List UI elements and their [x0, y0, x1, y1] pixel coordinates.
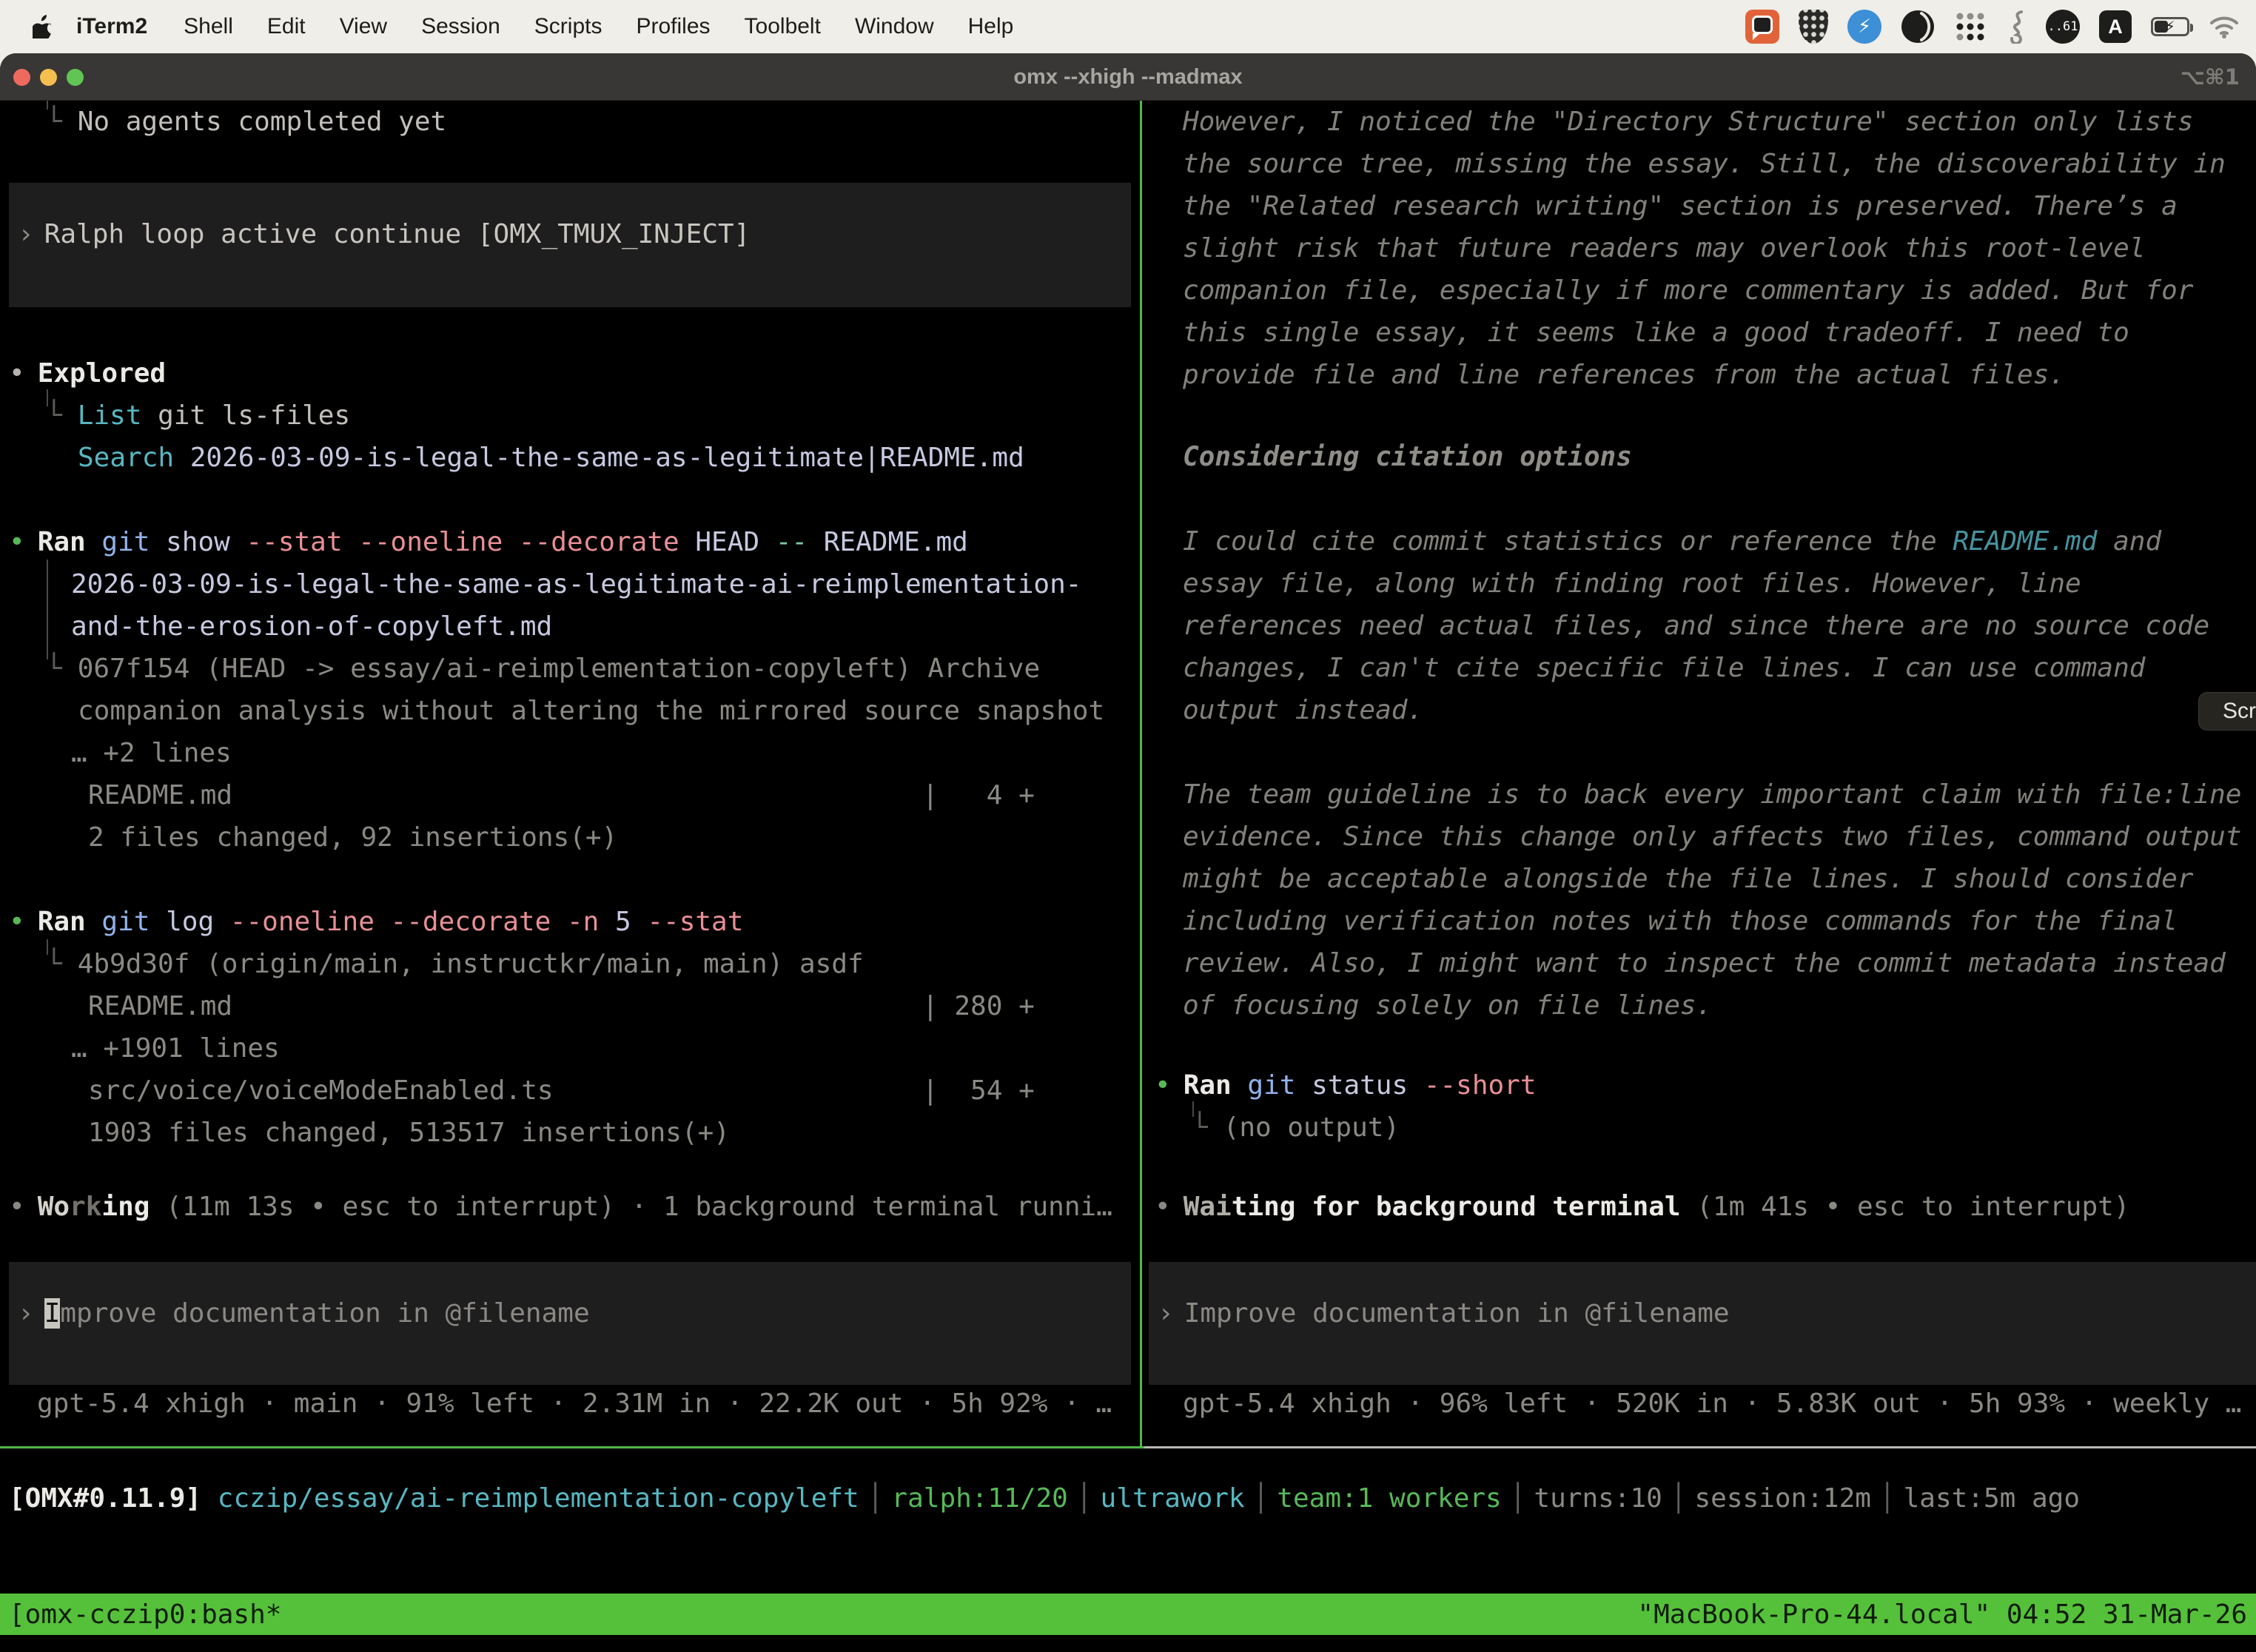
waiting-status-line: •Waiting for background terminal (1m 41s… [1155, 1186, 2129, 1228]
omx-team: team:1 workers [1277, 1483, 1501, 1514]
menu-profiles[interactable]: Profiles [619, 14, 727, 39]
readme-link: README.md [1953, 526, 2097, 557]
omx-status-line: [OMX#0.11.9] cczip/essay/ai-reimplementa… [9, 1477, 2080, 1520]
tree-guide [47, 560, 48, 659]
dark-orb-icon[interactable] [1901, 10, 1935, 44]
git-show-stat-file: README.md | 4 + [88, 774, 1035, 816]
thinking-paragraph-line: companion file, especially if more comme… [1183, 269, 2193, 312]
thinking-paragraph-line: review. Also, I might want to inspect th… [1183, 942, 2226, 984]
pane-divider-horizontal-green[interactable] [0, 1446, 1144, 1448]
git-log-more-lines: … +1901 lines [71, 1027, 280, 1070]
thinking-paragraph-line: slight risk that future readers may over… [1183, 227, 2145, 269]
menu-window[interactable]: Window [838, 14, 951, 39]
ralph-banner-line: ›Ralph loop active continue [OMX_TMUX_IN… [18, 213, 750, 255]
chat-app-icon[interactable] [1745, 10, 1779, 44]
explored-list-line: └List git ls-files [46, 394, 350, 437]
menu-iterm2[interactable]: iTerm2 [63, 14, 167, 39]
thinking-paragraph-line: However, I noticed the "Directory Struct… [1183, 101, 2193, 143]
pane-divider-horizontal-gray[interactable] [1144, 1446, 2256, 1448]
thinking-paragraph-line: might be acceptable alongside the file l… [1183, 858, 2193, 900]
git-log-stat-file-2: src/voice/voiceModeEnabled.ts | 54 + [88, 1070, 1035, 1112]
git-show-stat-summary: 2 files changed, 92 insertions(+) [88, 816, 617, 859]
thinking-paragraph-line: of focusing solely on file lines. [1183, 984, 1712, 1027]
omx-ultrawork: ultrawork [1101, 1483, 1245, 1514]
thinking-paragraph-line: evidence. Since this change only affects… [1183, 816, 2241, 858]
omx-version: [OMX#0.11.9] [9, 1483, 201, 1514]
omx-session-time: session:12m [1695, 1483, 1871, 1514]
omx-turns: turns:10 [1534, 1483, 1662, 1514]
dots-grid-icon[interactable] [1954, 10, 1987, 43]
tmux-host-clock: "MacBook-Pro-44.local" 04:52 31-Mar-26 [1637, 1594, 2247, 1636]
gauge-61-icon[interactable]: ..61 [2046, 10, 2080, 44]
omx-session-path: cczip/essay/ai-reimplementation-copyleft [218, 1483, 859, 1514]
model-status-left: gpt-5.4 xhigh · main · 91% left · 2.31M … [37, 1383, 1112, 1425]
menu-status-icons: ⚡ ..61 A ⚡ [1745, 10, 2256, 44]
right-pane: However, I noticed the "Directory Struct… [1146, 101, 2256, 1448]
menu-view[interactable]: View [323, 14, 404, 39]
menu-shell[interactable]: Shell [167, 14, 250, 39]
git-show-arg-wrap-2: and-the-erosion-of-copyleft.md [71, 605, 552, 648]
window-title-bar: omx --xhigh --madmax ⌥⌘1 [0, 53, 2256, 101]
thinking-paragraph-line: output instead. [1183, 689, 1423, 731]
git-show-arg-wrap-1: 2026-03-09-is-legal-the-same-as-legitima… [71, 563, 1081, 605]
git-show-command: •Ran git show --stat --oneline --decorat… [9, 521, 968, 563]
menu-items: iTerm2 Shell Edit View Session Scripts P… [0, 14, 1030, 39]
prompt-input-left-text: ›Improve documentation in @filename [18, 1292, 590, 1334]
git-log-command: •Ran git log --oneline --decorate -n 5 -… [9, 901, 743, 943]
explored-header: •Explored [9, 352, 166, 394]
grid-shield-icon[interactable] [1799, 10, 1828, 44]
git-status-command: •Ran git status --short [1155, 1064, 1537, 1107]
git-log-output-1: └4b9d30f (origin/main, instructkr/main, … [46, 943, 864, 985]
thinking-paragraph-line: the source tree, missing the essay. Stil… [1183, 143, 2226, 185]
menu-help[interactable]: Help [951, 14, 1031, 39]
tmux-session-name: [omx-cczip0:bash* [9, 1594, 281, 1636]
git-status-output: └(no output) [1192, 1107, 1400, 1149]
git-show-output-2: companion analysis without altering the … [78, 690, 1104, 732]
git-show-more-lines: … +2 lines [71, 732, 232, 774]
explored-search-line: Search 2026-03-09-is-legal-the-same-as-l… [78, 437, 1024, 479]
window-title: omx --xhigh --madmax [0, 53, 2256, 101]
keyboard-a-icon[interactable]: A [2099, 10, 2132, 43]
agents-status-line: └No agents completed yet [46, 101, 446, 143]
model-status-right: gpt-5.4 xhigh · 96% left · 520K in · 5.8… [1183, 1383, 2241, 1425]
prompt-input-right-text: ›Improve documentation in @filename [1158, 1292, 1730, 1334]
thinking-paragraph-line: changes, I can't cite specific file line… [1183, 647, 2145, 689]
menu-toolbelt[interactable]: Toolbelt [728, 14, 838, 39]
omx-ralph-counter: ralph:11/20 [891, 1483, 1067, 1514]
battery-icon[interactable]: ⚡ [2151, 17, 2189, 36]
thinking-paragraph-line: the "Related research writing" section i… [1183, 185, 2178, 227]
terminal: └No agents completed yet ›Ralph loop act… [0, 101, 2256, 1652]
thinking-paragraph-line: The team guideline is to back every impo… [1183, 773, 2241, 816]
iterm-window: omx --xhigh --madmax ⌥⌘1 └No agents comp… [0, 53, 2256, 1652]
thinking-heading: Considering citation options [1183, 436, 1632, 478]
thinking-paragraph-line: I could cite commit statistics or refere… [1183, 520, 2161, 563]
thinking-paragraph-line: references need actual files, and since … [1183, 605, 2209, 647]
lightning-badge-icon[interactable]: ⚡ [1847, 10, 1881, 44]
apple-icon[interactable] [33, 15, 53, 38]
screen-indicator-button[interactable]: Scre [2198, 692, 2256, 731]
thinking-paragraph-line: this single essay, it seems like a good … [1183, 312, 2129, 354]
git-log-stat-file: README.md | 280 + [88, 985, 1035, 1027]
menu-edit[interactable]: Edit [250, 14, 323, 39]
left-pane: └No agents completed yet ›Ralph loop act… [0, 101, 1140, 1448]
wifi-icon[interactable] [2209, 14, 2240, 39]
working-status-line: •Working (11m 13s • esc to interrupt) · … [9, 1186, 1112, 1228]
git-show-output-1: └067f154 (HEAD -> essay/ai-reimplementat… [46, 648, 1040, 690]
text-cursor: I [44, 1298, 61, 1329]
thinking-paragraph-line: provide file and line references from th… [1183, 354, 2065, 396]
screen: iTerm2 Shell Edit View Session Scripts P… [0, 0, 2256, 1652]
git-log-stat-summary: 1903 files changed, 513517 insertions(+) [88, 1112, 730, 1154]
hook-squiggle-icon[interactable] [2006, 10, 2027, 44]
window-shortcut: ⌥⌘1 [2180, 53, 2240, 101]
menu-session[interactable]: Session [404, 14, 517, 39]
omx-last: last:5m ago [1904, 1483, 2080, 1514]
thinking-paragraph-line: including verification notes with those … [1183, 900, 2178, 942]
menu-bar: iTerm2 Shell Edit View Session Scripts P… [0, 0, 2256, 53]
menu-scripts[interactable]: Scripts [517, 14, 620, 39]
thinking-paragraph-line: essay file, along with finding root file… [1183, 563, 2081, 605]
tmux-status-bar: [omx-cczip0:bash* "MacBook-Pro-44.local"… [0, 1594, 2256, 1635]
pane-divider-vertical[interactable] [1140, 101, 1142, 1446]
